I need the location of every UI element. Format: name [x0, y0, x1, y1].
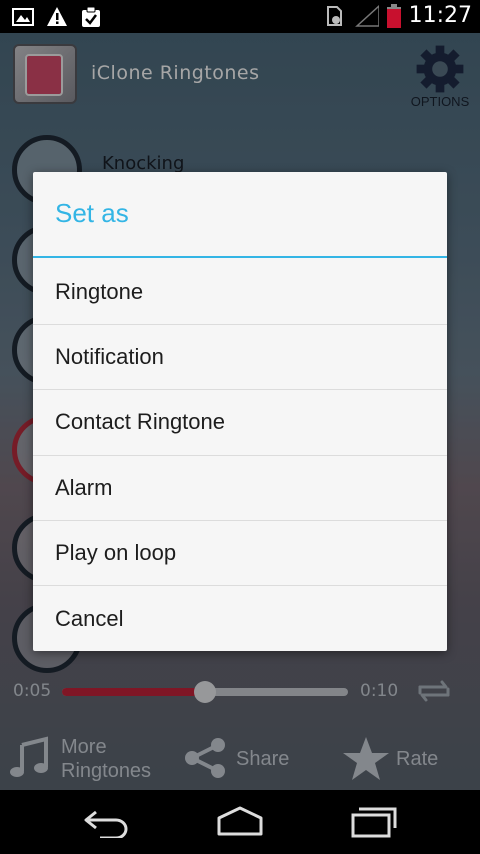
warning-icon: [47, 7, 67, 26]
menu-item-contact-ringtone[interactable]: Contact Ringtone: [33, 390, 447, 456]
signal-icon: [354, 4, 379, 27]
back-icon[interactable]: [82, 806, 132, 838]
status-bar: 11:27: [0, 0, 480, 33]
menu-item-cancel[interactable]: Cancel: [33, 586, 447, 651]
recent-apps-icon[interactable]: [349, 806, 399, 838]
status-clock: 11:27: [408, 3, 472, 28]
navigation-bar: [0, 790, 480, 854]
home-icon[interactable]: [215, 806, 265, 838]
clipboard-check-icon: [82, 6, 100, 27]
battery-icon: [386, 3, 401, 28]
dialog-title: Set as: [55, 198, 129, 228]
sim-icon: [326, 5, 342, 26]
menu-item-ringtone[interactable]: Ringtone: [33, 260, 447, 326]
menu-item-alarm[interactable]: Alarm: [33, 456, 447, 521]
menu-item-notification[interactable]: Notification: [33, 325, 447, 391]
set-as-dialog: Set as Ringtone Notification Contact Rin…: [33, 172, 447, 651]
dialog-menu: Ringtone Notification Contact Ringtone A…: [33, 260, 447, 651]
menu-item-play-on-loop[interactable]: Play on loop: [33, 521, 447, 586]
dialog-header: Set as: [33, 172, 447, 258]
image-icon: [12, 8, 34, 26]
